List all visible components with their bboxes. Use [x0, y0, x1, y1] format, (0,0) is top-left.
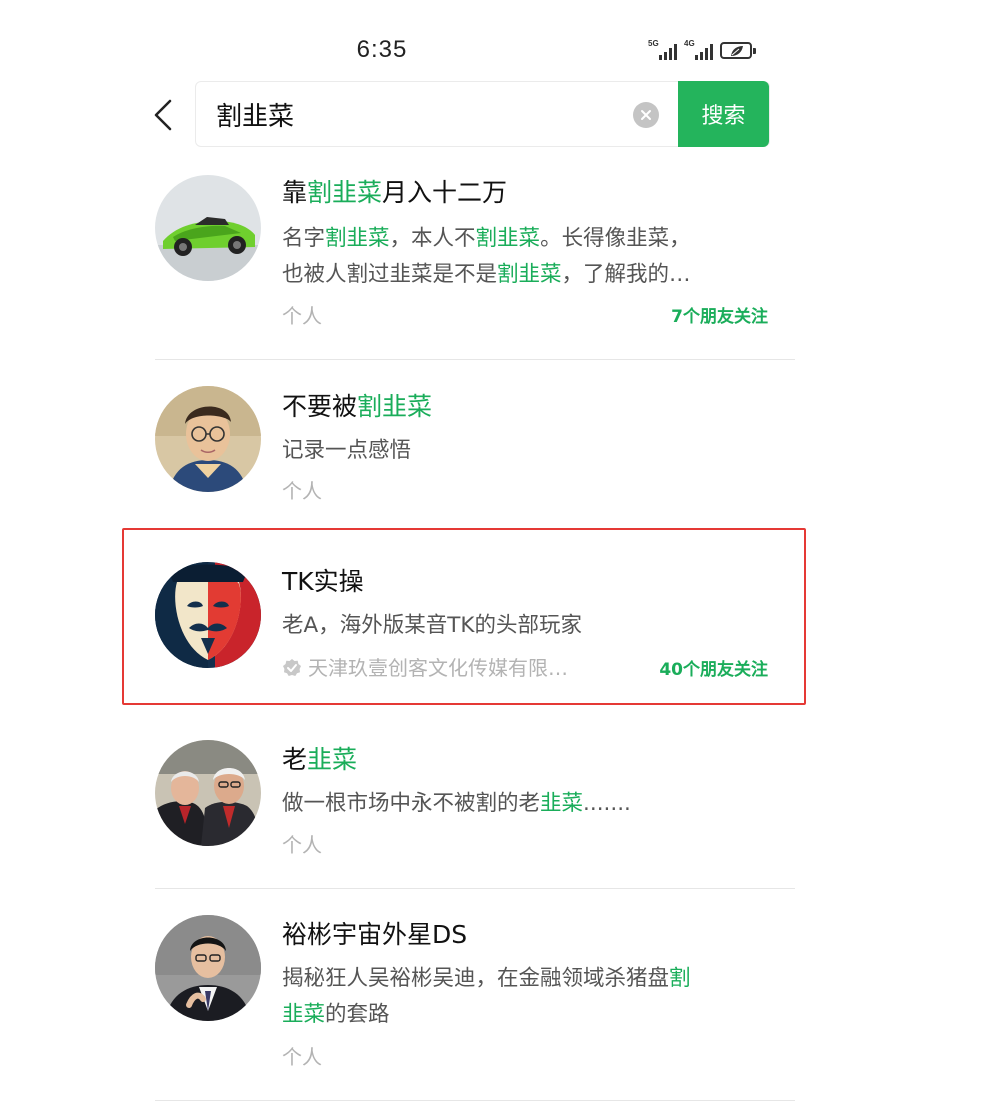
status-bar: 6:35 5G 4G — [0, 0, 992, 80]
result-item[interactable]: 靠割韭菜月入十二万 名字割韭菜，本人不割韭菜。长得像韭菜， 也被人割过韭菜是不是… — [155, 170, 795, 340]
account-type: 个人 — [282, 1045, 322, 1069]
avatar — [155, 740, 261, 846]
divider — [155, 359, 795, 360]
result-description: 揭秘狂人吴裕彬吴迪，在金融领域杀猪盘割 韭菜的套路 — [282, 966, 691, 1027]
result-item[interactable]: 不要被割韭菜 记录一点感悟 个人 — [155, 385, 795, 510]
close-icon — [641, 110, 651, 120]
account-type: 个人 — [282, 304, 322, 328]
back-button[interactable] — [148, 96, 178, 134]
account-type: 个人 — [282, 833, 322, 857]
highlight-frame — [122, 528, 806, 705]
search-input[interactable] — [196, 82, 666, 146]
result-item[interactable]: 老韭菜 做一根市场中永不被割的老韭菜....... 个人 — [155, 738, 795, 868]
avatar — [155, 386, 261, 492]
avatar — [155, 915, 261, 1021]
result-title: 靠割韭菜月入十二万 — [282, 178, 508, 207]
result-title: 老韭菜 — [282, 745, 358, 774]
clear-search-button[interactable] — [633, 102, 659, 128]
result-item[interactable]: 裕彬宇宙外星DS 揭秘狂人吴裕彬吴迪，在金融领域杀猪盘割 韭菜的套路 个人 — [155, 912, 795, 1077]
account-type: 个人 — [282, 479, 322, 503]
result-title: 裕彬宇宙外星DS — [282, 920, 468, 949]
divider — [155, 1100, 795, 1101]
result-description: 名字割韭菜，本人不割韭菜。长得像韭菜， 也被人割过韭菜是不是割韭菜，了解我的… — [282, 226, 691, 287]
friends-following: 7个朋友关注 — [671, 307, 768, 327]
result-title: 不要被割韭菜 — [282, 392, 433, 421]
result-description: 做一根市场中永不被割的老韭菜....... — [282, 791, 631, 816]
battery-icon — [720, 42, 756, 59]
avatar — [155, 175, 261, 281]
status-time: 6:35 — [356, 36, 408, 63]
result-description: 记录一点感悟 — [282, 438, 412, 463]
divider — [155, 888, 795, 889]
search-button[interactable]: 搜索 — [678, 81, 769, 147]
chevron-left-icon — [154, 99, 172, 131]
